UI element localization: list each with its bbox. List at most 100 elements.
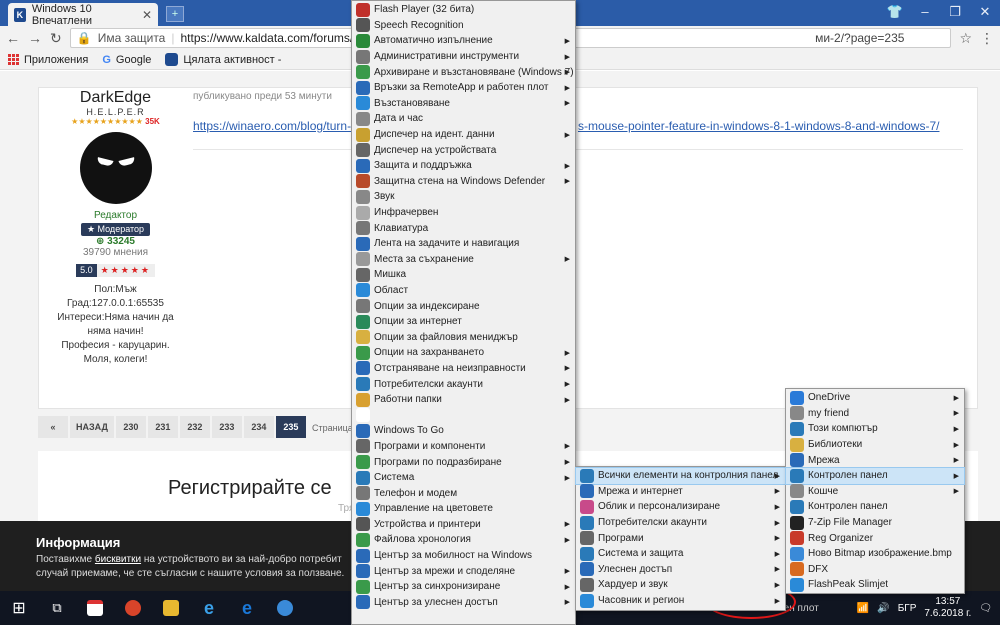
menu-item[interactable]: Архивиране и възстановяване (Windows 7) ▶ <box>352 64 575 80</box>
new-tab-button[interactable]: + <box>166 6 184 22</box>
menu-item[interactable]: Център за синхронизиране ▶ <box>352 579 575 595</box>
menu-item[interactable]: Хардуер и звук ▶ <box>576 577 785 593</box>
menu-item[interactable]: Часовник и регион ▶ <box>576 593 785 609</box>
page-234[interactable]: 234 <box>243 416 274 438</box>
profile-icon[interactable]: 👕 <box>880 0 910 26</box>
close-window-icon[interactable]: ✕ <box>970 0 1000 26</box>
menu-icon[interactable]: ⋮ <box>980 30 994 47</box>
post-link-end[interactable]: s-mouse-pointer-feature-in-windows-8-1-w… <box>578 119 939 133</box>
app-button[interactable] <box>114 591 152 625</box>
menu-item[interactable]: Защитна стена на Windows Defender ▶ <box>352 174 575 190</box>
menu-item[interactable]: Телефон и модем <box>352 485 575 501</box>
menu-item[interactable]: Места за съхранение ▶ <box>352 252 575 268</box>
menu-item[interactable]: Контролен панел <box>786 499 964 515</box>
menu-item[interactable]: Система и защита ▶ <box>576 546 785 562</box>
menu-item[interactable]: Библиотеки ▶ <box>786 437 964 453</box>
bookmark-google[interactable]: G Google <box>102 54 151 66</box>
menu-item[interactable]: my friend ▶ <box>786 406 964 422</box>
menu-item[interactable]: FlashPeak Slimjet <box>786 577 964 593</box>
menu-item[interactable]: Инфрачервен <box>352 205 575 221</box>
menu-item[interactable]: Административни инструменти ▶ <box>352 49 575 65</box>
browser-tab[interactable]: K Windows 10 Впечатлени ✕ <box>8 3 158 27</box>
start-button[interactable]: ⊞ <box>0 591 38 625</box>
menu-item[interactable]: Диспечер на устройствата <box>352 142 575 158</box>
menu-item[interactable]: OneDrive ▶ <box>786 390 964 406</box>
close-tab-icon[interactable]: ✕ <box>142 8 152 22</box>
menu-item[interactable]: Програми и компоненти ▶ <box>352 439 575 455</box>
menu-item[interactable]: Мрежа и интернет ▶ <box>576 484 785 500</box>
menu-item[interactable]: Лента на задачите и навигация <box>352 236 575 252</box>
page-233[interactable]: 233 <box>211 416 242 438</box>
reload-icon[interactable]: ↻ <box>50 30 62 47</box>
menu-item[interactable]: Мишка <box>352 267 575 283</box>
menu-item[interactable]: Диспечер на идент. данни ▶ <box>352 127 575 143</box>
menu-item[interactable]: Потребителски акаунти ▶ <box>352 376 575 392</box>
menu-item[interactable]: Център за улеснен достъп ▶ <box>352 595 575 611</box>
page-back[interactable]: НАЗАД <box>70 416 114 438</box>
menu-item[interactable]: Опции за интернет <box>352 314 575 330</box>
menu-item[interactable]: Flash Player (32 бита) <box>352 2 575 18</box>
avatar[interactable] <box>79 132 152 204</box>
notifications-icon[interactable]: 🗨 <box>979 603 992 614</box>
menu-item[interactable]: Облик и персонализиране ▶ <box>576 499 785 515</box>
forward-icon[interactable]: → <box>28 30 42 46</box>
menu-item[interactable]: 7-Zip File Manager <box>786 515 964 531</box>
menu-item[interactable]: Този компютър ▶ <box>786 421 964 437</box>
page-231[interactable]: 231 <box>147 416 178 438</box>
menu-item[interactable] <box>352 407 575 423</box>
page-232[interactable]: 232 <box>179 416 210 438</box>
menu-item[interactable]: Връзки за RemoteApp и работен плот ▶ <box>352 80 575 96</box>
menu-item[interactable]: Опции за индексиране <box>352 298 575 314</box>
menu-item[interactable]: Звук <box>352 189 575 205</box>
bookmark-apps[interactable]: Приложения <box>8 54 88 66</box>
menu-item[interactable]: Управление на цветовете <box>352 501 575 517</box>
menu-item[interactable]: Система ▶ <box>352 470 575 486</box>
menu-item[interactable]: Център за мрежи и споделяне ▶ <box>352 563 575 579</box>
slimjet-button[interactable] <box>266 591 304 625</box>
back-icon[interactable]: ← <box>6 30 20 46</box>
clock[interactable]: 13:57 7.6.2018 г. <box>924 596 971 620</box>
menu-item[interactable]: Програми ▶ <box>576 530 785 546</box>
minimize-icon[interactable]: – <box>910 0 940 26</box>
menu-item[interactable]: Опции за файловия мениджър <box>352 329 575 345</box>
menu-item[interactable]: Защита и поддръжка ▶ <box>352 158 575 174</box>
menu-item[interactable]: Speech Recognition <box>352 18 575 34</box>
menu-item[interactable]: Ново Bitmap изображение.bmp <box>786 546 964 562</box>
menu-item[interactable]: Кошче ▶ <box>786 484 964 500</box>
menu-item[interactable]: Дата и час <box>352 111 575 127</box>
menu-item[interactable]: Потребителски акаунти ▶ <box>576 515 785 531</box>
store-button[interactable] <box>76 591 114 625</box>
menu-item[interactable]: Област <box>352 283 575 299</box>
menu-item[interactable]: Отстраняване на неизправности ▶ <box>352 361 575 377</box>
bookmark-activity[interactable]: Цялата активност - <box>165 53 281 66</box>
menu-item[interactable]: Клавиатура <box>352 220 575 236</box>
menu-item[interactable]: Всички елементи на контролния панел ▶ <box>575 467 786 485</box>
menu-item[interactable]: Автоматично изпълнение ▶ <box>352 33 575 49</box>
menu-item[interactable]: DFX <box>786 562 964 578</box>
menu-item[interactable]: Улеснен достъп ▶ <box>576 562 785 578</box>
explorer-button[interactable] <box>152 591 190 625</box>
edge-button[interactable]: e <box>228 591 266 625</box>
task-view-button[interactable]: ⧉ <box>38 591 76 625</box>
menu-item[interactable]: Център за мобилност на Windows <box>352 548 575 564</box>
menu-item[interactable]: Windows To Go <box>352 423 575 439</box>
network-icon[interactable]: 📶 <box>857 603 869 614</box>
menu-item[interactable]: Мрежа ▶ <box>786 452 964 468</box>
username[interactable]: DarkEdge <box>38 89 193 107</box>
ie-button[interactable]: e <box>190 591 228 625</box>
star-icon[interactable]: ☆ <box>959 30 972 47</box>
restore-icon[interactable]: ❐ <box>940 0 970 26</box>
menu-item[interactable]: Reg Organizer <box>786 530 964 546</box>
volume-icon[interactable]: 🔊 <box>877 603 889 614</box>
menu-item[interactable]: Файлова хронология ▶ <box>352 532 575 548</box>
menu-item[interactable]: Програми по подразбиране ▶ <box>352 454 575 470</box>
menu-item[interactable]: Контролен панел ▶ <box>785 466 965 485</box>
menu-item[interactable]: Устройства и принтери ▶ <box>352 517 575 533</box>
post-link[interactable]: https://winaero.com/blog/turn-o <box>193 119 358 133</box>
page-first[interactable]: « <box>38 416 68 438</box>
language-indicator[interactable]: БГР <box>898 603 917 614</box>
menu-item[interactable]: Опции на захранването ▶ <box>352 345 575 361</box>
page-235-current[interactable]: 235 <box>275 416 306 438</box>
page-230[interactable]: 230 <box>115 416 146 438</box>
cookie-link[interactable]: бисквитки <box>95 554 141 565</box>
